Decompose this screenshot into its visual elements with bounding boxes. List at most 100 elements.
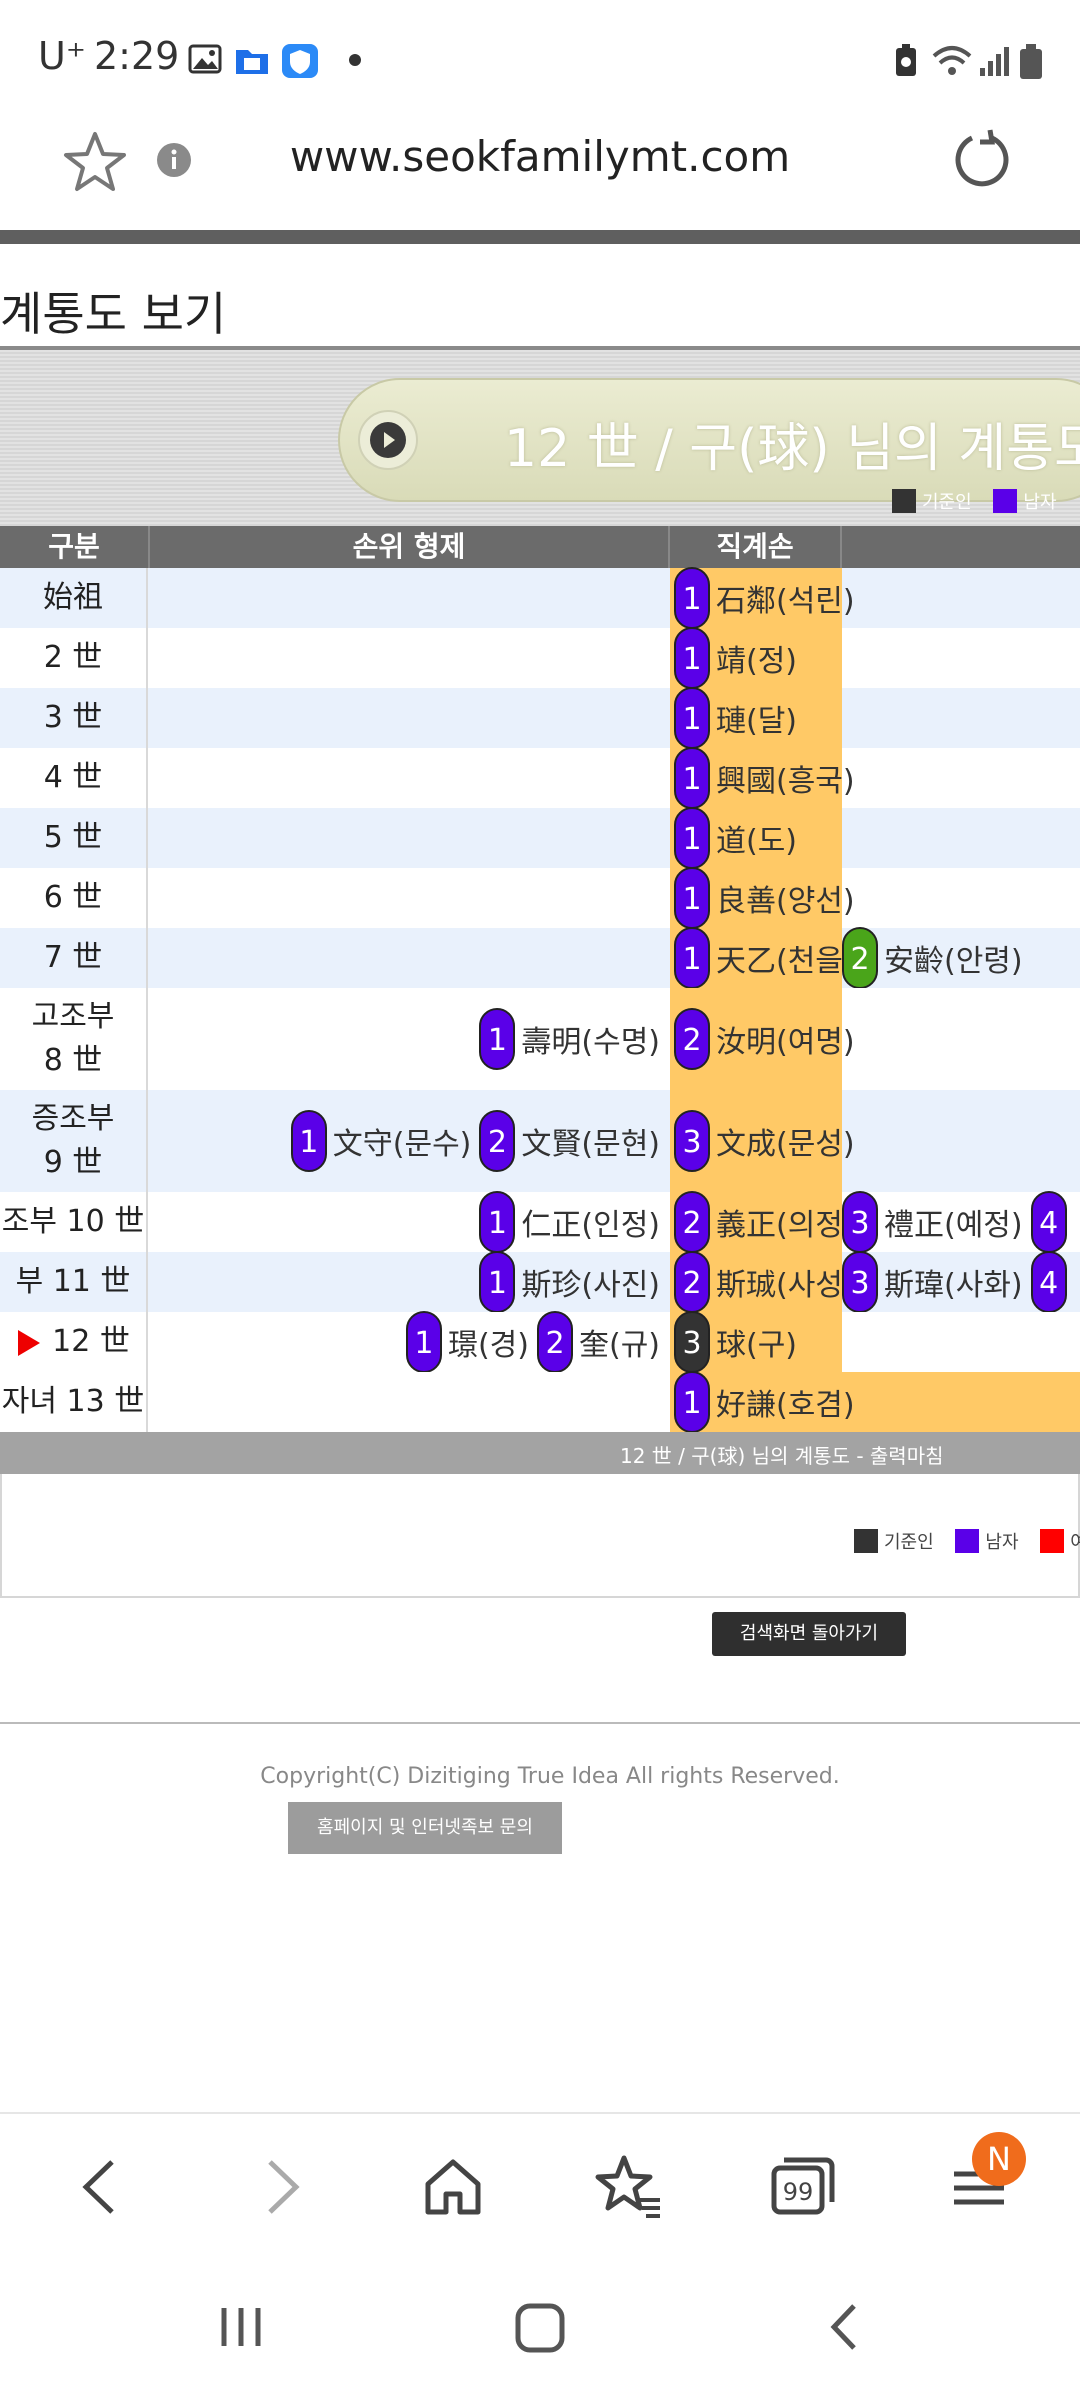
member-name: 興國(흥국) [716, 764, 855, 799]
elder-siblings-cell [150, 1372, 670, 1432]
generation-label: 부 11 世 [15, 1264, 131, 1299]
table-row: 3 世 1 璉(달) [0, 687, 1080, 749]
member-name: 道(도) [716, 824, 798, 859]
family-member[interactable]: 1 興國(흥국) [674, 747, 855, 809]
url-text[interactable]: www.seokfamilymt.com [0, 132, 1080, 181]
column-header-blank [842, 526, 1080, 568]
legend-label: 남자 [1023, 492, 1057, 513]
member-name: 斯珹(사성 [716, 1268, 843, 1303]
inquiry-button[interactable]: 홈페이지 및 인터넷족보 문의 [288, 1802, 562, 1854]
family-member[interactable]: 2 安齡(안령) [842, 927, 1023, 989]
order-badge: 2 [674, 1191, 710, 1253]
family-member[interactable]: 2 斯珹(사성 [674, 1251, 843, 1313]
elder-siblings-cell: 1 壽明(수명) [150, 988, 670, 1090]
table-row: 조부 10 世 1 仁正(인정) 2 義正(의정 3 禮正(예정) 4 [0, 1191, 1080, 1253]
family-member[interactable]: 1 壽明(수명) [479, 1008, 660, 1070]
legend-label: 기준인 [922, 492, 972, 513]
elder-siblings-cell [150, 568, 670, 628]
order-badge: 1 [674, 687, 710, 749]
forward-icon[interactable] [246, 2152, 316, 2222]
direct-line-content: 1 興國(흥국) [674, 747, 855, 809]
member-name: 璉(달) [716, 704, 798, 739]
elder-siblings-cell: 1 文守(문수) 2 文賢(문현) [150, 1090, 670, 1192]
family-member[interactable]: 1 道(도) [674, 807, 797, 869]
family-member[interactable]: 1 石鄰(석린) [674, 567, 855, 629]
home-button-icon[interactable] [512, 2300, 568, 2360]
generation-cell: 부 11 世 [0, 1252, 148, 1312]
member-name: 禮正(예정) [884, 1208, 1023, 1243]
tabs-icon[interactable]: 99 [768, 2152, 838, 2222]
copyright-text: Copyright(C) Dizitiging True Idea All ri… [260, 1764, 840, 1789]
family-member[interactable]: 3 斯瑋(사화) [842, 1251, 1023, 1313]
table-header: 구분 손위 형제 직계손 [0, 526, 1080, 568]
generation-cell: 5 世 [0, 808, 148, 868]
shield-icon [282, 44, 318, 82]
banner-pill: 12 世 / 구(球) 님의 계통도 [338, 378, 1080, 502]
family-member[interactable]: 1 天乙(천을 [674, 927, 843, 989]
bookmarks-icon[interactable] [594, 2152, 664, 2222]
legend-box: 기준인 남자 여 [0, 1474, 1080, 1598]
direct-line-content: 2 汝明(여명) [674, 988, 855, 1090]
family-member[interactable]: 1 靖(정) [674, 627, 797, 689]
legend-label: 남자 [985, 1532, 1019, 1553]
family-member[interactable]: 1 文守(문수) [290, 1110, 471, 1172]
browser-toolbar: 99 N [0, 2112, 1080, 2256]
family-member[interactable]: 1 璉(달) [674, 687, 797, 749]
legend-label: 여 [1070, 1532, 1080, 1553]
back-icon[interactable] [66, 2152, 136, 2222]
generation-label: 5 世 [43, 820, 103, 855]
generation-label: 자녀 13 世 [1, 1384, 145, 1419]
member-name: 璟(경) [447, 1328, 529, 1363]
battery-icon [1018, 44, 1044, 84]
legend: 기준인 남자 [892, 488, 1073, 514]
member-name: 良善(양선) [716, 884, 855, 919]
recent-apps-icon[interactable] [214, 2300, 268, 2358]
member-name: 壽明(수명) [521, 1025, 660, 1060]
order-badge: 2 [674, 1008, 710, 1070]
table-end-bar: 12 世 / 구(球) 님의 계통도 - 출력마침 [0, 1432, 1080, 1474]
address-bar[interactable]: www.seokfamilymt.com [0, 110, 1080, 230]
tabs-count: 99 [783, 2178, 814, 2206]
family-member[interactable]: 3 文成(문성) [674, 1110, 855, 1172]
generation-cell: 6 世 [0, 868, 148, 928]
family-member[interactable]: 2 義正(의정 [674, 1191, 843, 1253]
home-icon[interactable] [418, 2152, 488, 2222]
direct-line-content: 2 義正(의정 [674, 1191, 843, 1253]
direct-line-content: 3 文成(문성) [674, 1090, 855, 1192]
generation-label: 조부 10 世 [1, 1204, 145, 1239]
site-menu-strip [0, 230, 1080, 244]
family-member[interactable]: 1 璟(경) [405, 1311, 529, 1373]
notification-badge: N [972, 2132, 1026, 2186]
family-member[interactable]: 3 球(구) [674, 1311, 797, 1373]
generation-cell: 7 世 [0, 928, 148, 988]
system-back-icon[interactable] [818, 2300, 872, 2358]
gallery-icon [188, 44, 222, 78]
current-marker-icon [16, 1320, 52, 1364]
order-badge: 1 [674, 927, 710, 989]
legend-swatch-base [892, 489, 916, 513]
reload-icon[interactable] [952, 128, 1014, 194]
member-name: 斯珍(사진) [521, 1268, 660, 1303]
member-name: 天乙(천을 [716, 944, 843, 979]
family-member[interactable]: 2 文賢(문현) [479, 1110, 660, 1172]
generation-cell: 자녀 13 世 [0, 1372, 148, 1432]
elder-siblings-cell: 1 仁正(인정) [150, 1191, 670, 1253]
family-member[interactable]: 3 禮正(예정) [842, 1191, 1023, 1253]
generation-label: 2 世 [43, 640, 103, 675]
elder-siblings-cell: 1 斯珍(사진) [150, 1251, 670, 1313]
family-member[interactable]: 1 良善(양선) [674, 867, 855, 929]
back-to-search-button[interactable]: 검색화면 돌아가기 [712, 1612, 906, 1656]
family-member[interactable]: 1 仁正(인정) [479, 1191, 660, 1253]
family-member[interactable]: 4 [1030, 1251, 1073, 1313]
generation-label: 12 世 [52, 1324, 130, 1359]
member-name: 仁正(인정) [521, 1208, 660, 1243]
family-member[interactable]: 2 奎(규) [536, 1311, 660, 1373]
family-member[interactable]: 1 好謙(호겸) [674, 1371, 855, 1433]
order-badge: 3 [842, 1191, 878, 1253]
family-member[interactable]: 1 斯珍(사진) [479, 1251, 660, 1313]
member-name: 石鄰(석린) [716, 584, 855, 619]
family-member[interactable]: 2 汝明(여명) [674, 1008, 855, 1070]
elder-siblings-cell [150, 808, 670, 868]
generation-cell: 始祖 [0, 568, 148, 628]
family-member[interactable]: 4 [1030, 1191, 1073, 1253]
